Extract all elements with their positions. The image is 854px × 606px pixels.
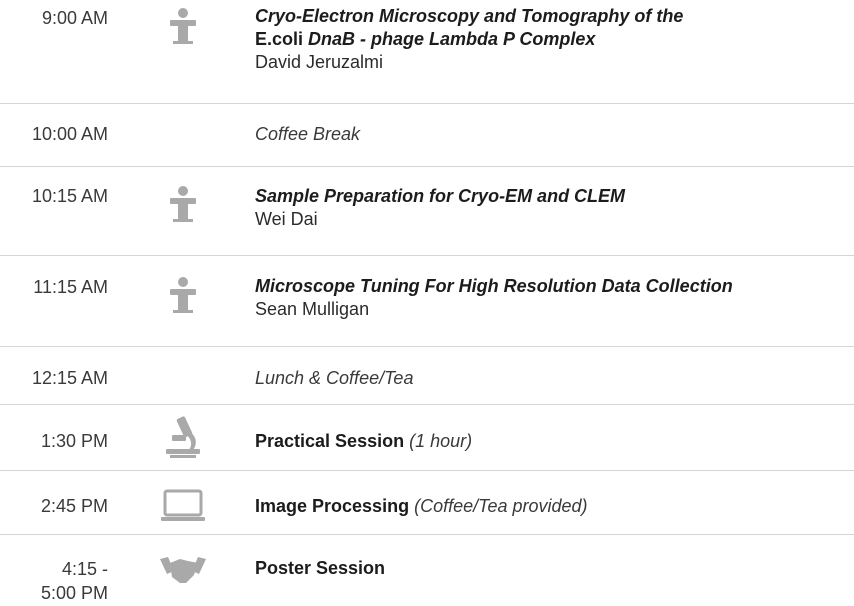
session-title: Sample Preparation for Cryo-EM and CLEM (255, 186, 626, 206)
laptop-icon (158, 483, 208, 531)
session-title: Microscope Tuning For High Resolution Da… (255, 276, 733, 296)
session-note: (1 hour) (409, 431, 473, 451)
schedule-row-8: 4:15 - 5:00 PM Poster Session (0, 535, 854, 606)
podium-icon (158, 183, 208, 231)
session-title-organism: E.coli (255, 29, 304, 49)
speaker-name: David Jeruzalmi (255, 52, 384, 72)
time-label: 1:30 PM (40, 431, 108, 451)
time-label: 2:45 PM (40, 496, 108, 516)
time-label: 11:15 AM (33, 277, 108, 297)
speaker-name: Sean Mulligan (255, 299, 370, 319)
podium-icon (158, 5, 208, 53)
schedule-row-5: 12:15 AM Lunch & Coffee/Tea (0, 347, 854, 397)
schedule-row-2: 10:00 AM Coffee Break (0, 104, 854, 156)
time-label: 4:15 - 5:00 PM (41, 557, 108, 605)
time-label: 10:15 AM (31, 186, 108, 206)
time-start: 4:15 - (61, 559, 108, 579)
schedule-row-7: 2:45 PM Image Processing (Coffee/Tea pro… (0, 471, 854, 531)
break-label: Coffee Break (255, 124, 361, 144)
time-label: 12:15 AM (31, 368, 108, 388)
session-title: Poster Session (255, 558, 386, 578)
schedule-row-4: 11:15 AM Microscope Tuning For High Reso… (0, 256, 854, 336)
session-title-complex: DnaB - phage Lambda P Complex (308, 29, 596, 49)
session-title: Practical Session (255, 431, 405, 451)
speaker-name: Wei Dai (255, 209, 318, 229)
schedule-row-1: 9:00 AM Cryo-Electron Microscopy and Tom… (0, 0, 854, 96)
handshake-icon (158, 549, 208, 597)
time-end: 5:00 PM (40, 583, 108, 603)
schedule-row-3: 10:15 AM Sample Preparation for Cryo-EM … (0, 167, 854, 247)
microscope-icon (158, 413, 208, 461)
session-note: (Coffee/Tea provided) (414, 496, 588, 516)
break-label: Lunch & Coffee/Tea (255, 368, 414, 388)
time-label: 9:00 AM (41, 8, 108, 28)
schedule-row-6: 1:30 PM Practical Session (1 hour) (0, 405, 854, 465)
session-title: Image Processing (255, 496, 410, 516)
session-title: Cryo-Electron Microscopy and Tomography … (255, 6, 684, 26)
time-label: 10:00 AM (31, 124, 108, 144)
podium-icon (158, 274, 208, 322)
